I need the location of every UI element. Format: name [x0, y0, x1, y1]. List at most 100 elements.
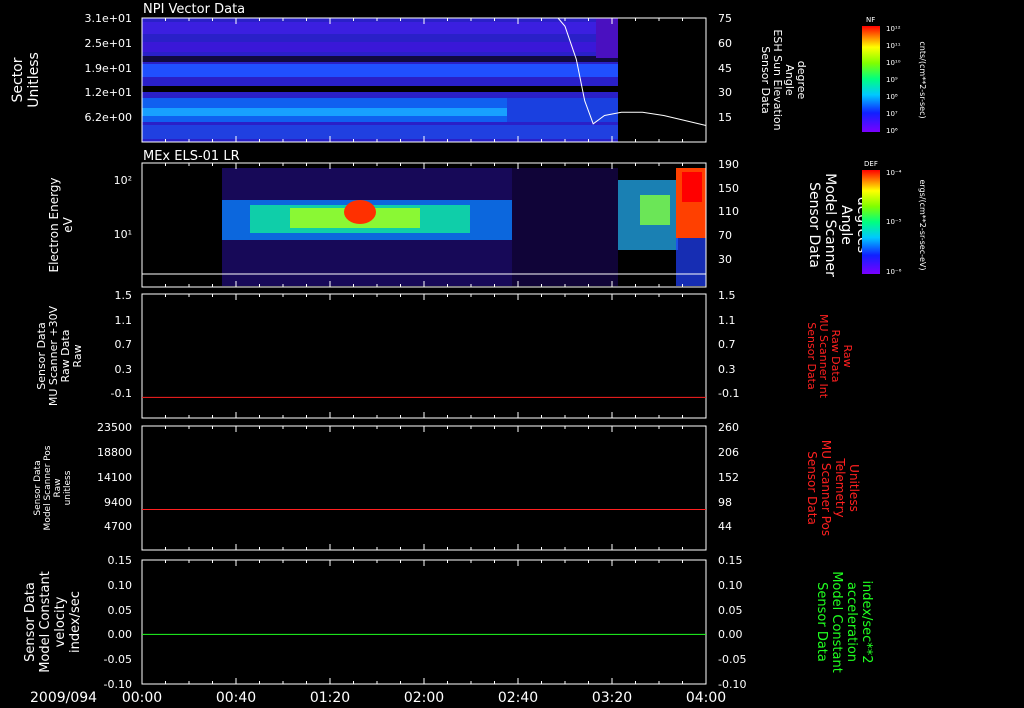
- cb-tick: 10⁻⁴: [886, 169, 902, 177]
- left-tick: 10²: [114, 174, 132, 187]
- right-tick: 1.5: [718, 289, 736, 302]
- colorbar-nf: NF cnts/(cm**2-sr-sec) 10¹² 10¹¹ 10¹⁰ 10…: [862, 16, 927, 135]
- svg-text:Angle: Angle: [838, 205, 854, 245]
- right-tick: 60: [718, 37, 732, 50]
- svg-text:Sensor Data: Sensor Data: [805, 322, 818, 389]
- panel-npi: NPI Vector Data 3.1e+01 2.5e+01 1.9e+01 …: [10, 2, 808, 143]
- left-tick: -0.05: [104, 653, 132, 666]
- svg-text:degree: degree: [795, 61, 808, 100]
- left-tick: 0.7: [115, 338, 133, 351]
- panel-mu-30v-left-label: Sensor Data MU Scanner +30V Raw Data Raw: [35, 305, 84, 406]
- left-tick: 0.3: [115, 363, 133, 376]
- panel-npi-title: NPI Vector Data: [143, 2, 245, 17]
- cb-tick: 10⁸: [886, 93, 898, 101]
- left-tick: -0.1: [111, 387, 132, 400]
- left-tick: 0.15: [108, 554, 133, 567]
- right-tick: 150: [718, 182, 739, 195]
- right-tick: 152: [718, 471, 739, 484]
- svg-text:Sensor Data: Sensor Data: [805, 451, 819, 525]
- right-tick: -0.1: [718, 387, 739, 400]
- left-tick: 18800: [97, 446, 132, 459]
- svg-text:MU Scanner Int: MU Scanner Int: [817, 314, 830, 399]
- panel-model-constant-left-label: Sensor Data Model Constant velocity inde…: [23, 571, 83, 673]
- left-tick: 1.9e+01: [85, 62, 132, 75]
- time-tick-label: 02:00: [404, 690, 444, 706]
- panel-scanner-pos-right-label: Sensor Data MU Scanner Pos Telemetry Uni…: [805, 440, 861, 536]
- panel-els: MEx ELS-01 LR 10² 10¹ 190 150 110 70 30 …: [47, 149, 870, 288]
- svg-text:index/sec**2: index/sec**2: [859, 580, 874, 663]
- cb-tick: 10¹⁰: [886, 59, 901, 67]
- panel-els-right-label: Sensor Data Model Scanner Angle degrees: [806, 173, 870, 277]
- right-tick: 45: [718, 62, 732, 75]
- svg-text:Raw: Raw: [71, 344, 84, 367]
- svg-text:acceleration: acceleration: [844, 582, 859, 662]
- svg-text:Raw: Raw: [841, 344, 854, 367]
- svg-text:Angle: Angle: [783, 64, 796, 96]
- right-tick: 206: [718, 446, 739, 459]
- panel-els-heatmap: [222, 168, 706, 286]
- panel-els-right-ticks: 190 150 110 70 30: [718, 158, 739, 266]
- svg-text:eV: eV: [61, 216, 75, 232]
- left-tick: 2.5e+01: [85, 37, 132, 50]
- time-tick-label: 00:00: [122, 690, 162, 706]
- panel-npi-right-ticks: 75 60 45 30 15: [718, 12, 732, 124]
- svg-text:Unitless: Unitless: [26, 52, 42, 108]
- panel-mu-30v-right-label: Sensor Data MU Scanner Int Raw Data Raw: [805, 314, 854, 399]
- cb-tick: 10⁶: [886, 127, 898, 135]
- svg-text:Sensor Data: Sensor Data: [814, 582, 829, 662]
- right-tick: 0.15: [718, 554, 743, 567]
- right-tick: 75: [718, 12, 732, 25]
- svg-text:Unitless: Unitless: [847, 464, 861, 512]
- panel-npi-heatmap: [142, 18, 706, 142]
- right-tick: 0.3: [718, 363, 736, 376]
- cb-tick: 10⁻⁵: [886, 218, 902, 226]
- svg-text:Raw Data: Raw Data: [829, 330, 842, 383]
- panel-mu-30v: 1.5 1.1 0.7 0.3 -0.1 1.5 1.1 0.7 0.3 -0.…: [35, 289, 854, 419]
- right-tick: 190: [718, 158, 739, 171]
- right-tick: 110: [718, 205, 739, 218]
- left-tick: 1.5: [115, 289, 133, 302]
- left-tick: 1.1: [115, 314, 133, 327]
- colorbar-nf-gradient: [862, 26, 880, 132]
- colorbar-nf-unit: cnts/(cm**2-sr-sec): [918, 41, 927, 118]
- panel-model-constant: 0.15 0.10 0.05 0.00 -0.05 -0.10 0.15 0.1…: [23, 554, 874, 691]
- cb-tick: 10⁻⁶: [886, 268, 902, 276]
- right-tick: 0.00: [718, 628, 743, 641]
- right-tick: 30: [718, 86, 732, 99]
- svg-text:Sensor Data: Sensor Data: [806, 182, 822, 268]
- svg-text:Electron Energy: Electron Energy: [47, 177, 61, 272]
- time-tick-label: 01:20: [310, 690, 350, 706]
- svg-text:index/sec: index/sec: [68, 591, 83, 653]
- time-tick-label: 02:40: [498, 690, 538, 706]
- time-tick-label: 00:40: [216, 690, 256, 706]
- cb-tick: 10¹²: [886, 25, 901, 33]
- date-label: 2009/094: [30, 690, 97, 706]
- right-tick: 0.7: [718, 338, 736, 351]
- right-tick: 98: [718, 496, 732, 509]
- panel-els-title: MEx ELS-01 LR: [143, 149, 240, 164]
- plot-canvas: NPI Vector Data 3.1e+01 2.5e+01 1.9e+01 …: [10, 2, 927, 706]
- svg-text:Model Scanner: Model Scanner: [822, 173, 838, 277]
- svg-text:velocity: velocity: [53, 596, 68, 647]
- svg-text:Raw: Raw: [53, 479, 63, 498]
- panel-els-left-label: Electron Energy eV: [47, 177, 75, 272]
- right-tick: -0.05: [718, 653, 746, 666]
- right-tick: 260: [718, 421, 739, 434]
- left-tick: 0.05: [108, 604, 133, 617]
- colorbar-def: DEF ergs/(cm**2-sr-sec-eV) 10⁻⁴ 10⁻⁵ 10⁻…: [862, 160, 927, 276]
- left-tick: 4700: [104, 520, 132, 533]
- svg-text:Model Constant: Model Constant: [829, 571, 844, 673]
- right-tick: 1.1: [718, 314, 736, 327]
- cb-tick: 10⁷: [886, 110, 898, 118]
- right-tick: 15: [718, 111, 732, 124]
- time-tick-label: 04:00: [686, 690, 726, 706]
- panel-model-constant-right-label: Sensor Data Model Constant acceleration …: [814, 571, 874, 673]
- svg-text:MU Scanner Pos: MU Scanner Pos: [819, 440, 833, 536]
- left-tick: 9400: [104, 496, 132, 509]
- panel-npi-left-ticks: 3.1e+01 2.5e+01 1.9e+01 1.2e+01 6.2e+00: [85, 12, 132, 124]
- panel-npi-left-label: Sector Unitless: [10, 52, 42, 108]
- right-tick: 70: [718, 229, 732, 242]
- left-tick: 23500: [97, 421, 132, 434]
- panel-scanner-pos-left-label: Sensor Data Model Scanner Pos Raw unitle…: [33, 445, 73, 530]
- panel-npi-right-label: Sensor Data ESH Sun Elevation Angle degr…: [759, 29, 808, 130]
